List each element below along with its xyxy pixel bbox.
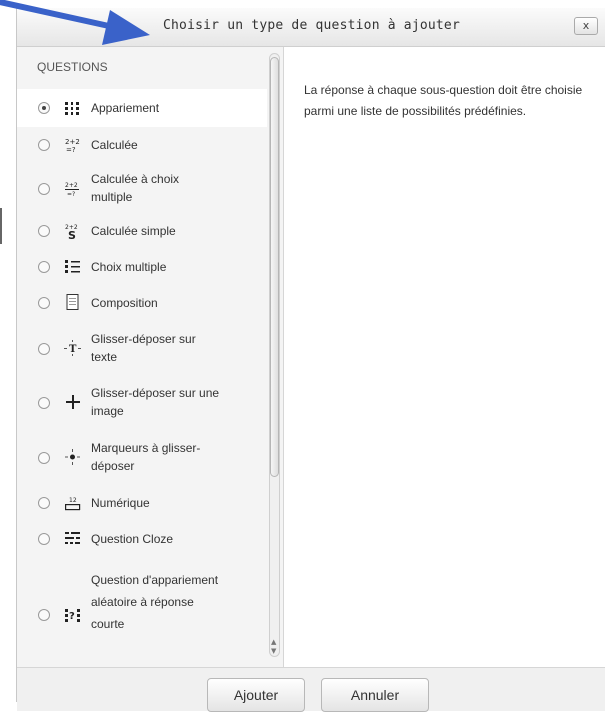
svg-text:=?: =? xyxy=(66,146,76,153)
radio-button[interactable] xyxy=(38,139,50,151)
option-cloze[interactable]: Question Cloze xyxy=(17,521,267,557)
random-matching-icon: ? xyxy=(65,609,80,622)
radio-button[interactable] xyxy=(38,225,50,237)
add-button[interactable]: Ajouter xyxy=(207,678,305,712)
option-label: Calculée à choix multiple xyxy=(91,172,180,204)
questions-header: QUESTIONS xyxy=(37,60,108,74)
option-glisser-deposer-image[interactable]: Glisser-déposer sur une image xyxy=(17,375,267,429)
calculated-simple-icon: 2+2 S xyxy=(65,224,78,239)
radio-button[interactable] xyxy=(38,497,50,509)
svg-text:2+2: 2+2 xyxy=(65,138,80,146)
scroll-down-arrow-icon[interactable]: ▼ xyxy=(271,647,276,655)
svg-text:=?: =? xyxy=(67,191,75,197)
list-scrollbar[interactable]: ▲ ▼ xyxy=(269,53,280,657)
multichoice-icon xyxy=(65,260,80,273)
option-composition[interactable]: Composition xyxy=(17,285,267,321)
close-button[interactable]: x xyxy=(574,17,598,35)
option-marqueurs[interactable]: Marqueurs à glisser-déposer xyxy=(17,429,267,485)
drag-drop-text-icon: T xyxy=(64,340,81,356)
drag-drop-markers-icon xyxy=(65,449,80,465)
radio-button[interactable] xyxy=(38,452,50,464)
option-label: Calculée simple xyxy=(91,224,176,238)
svg-text:?: ? xyxy=(69,611,75,622)
radio-button[interactable] xyxy=(38,343,50,355)
radio-button[interactable] xyxy=(38,183,50,195)
option-label: Choix multiple xyxy=(91,260,167,274)
drag-drop-image-icon xyxy=(66,395,80,409)
option-label: Appariement xyxy=(91,101,160,115)
window-edge-line xyxy=(0,208,2,244)
radio-button[interactable] xyxy=(38,609,50,621)
option-glisser-deposer-texte[interactable]: T Glisser-déposer sur texte xyxy=(17,321,267,375)
option-label: Glisser-déposer sur une image xyxy=(91,386,220,418)
option-label: Numérique xyxy=(91,496,150,510)
question-description: La réponse à chaque sous-question doit ê… xyxy=(304,83,583,118)
svg-text:2+2: 2+2 xyxy=(65,182,78,189)
option-appariement-aleatoire[interactable]: ? Question d'appariement aléatoire à rép… xyxy=(17,557,267,667)
option-label: Marqueurs à glisser-déposer xyxy=(91,441,201,473)
annotation-arrow-icon xyxy=(0,0,150,45)
dialog-footer: Ajouter Annuler xyxy=(17,667,605,712)
option-label: Composition xyxy=(91,296,158,310)
matching-icon xyxy=(65,102,79,115)
option-label: Calculée xyxy=(91,138,138,152)
calculated-multichoice-icon: 2+2 =? xyxy=(65,182,79,197)
svg-text:T: T xyxy=(69,344,77,355)
cloze-icon xyxy=(65,532,80,544)
radio-button[interactable] xyxy=(38,397,50,409)
option-calculee[interactable]: 2+2 =? Calculée xyxy=(17,127,267,163)
question-type-dialog: Choisir un type de question à ajouter x … xyxy=(16,8,605,712)
radio-button[interactable] xyxy=(38,261,50,273)
scroll-up-arrow-icon[interactable]: ▲ xyxy=(271,638,276,646)
scrollbar-thumb[interactable] xyxy=(270,57,279,477)
option-choix-multiple[interactable]: Choix multiple xyxy=(17,249,267,285)
option-label: Question Cloze xyxy=(91,532,174,546)
radio-button[interactable] xyxy=(38,533,50,545)
option-label: Question d'appariement aléatoire à répon… xyxy=(91,573,219,631)
numerical-icon: 12 xyxy=(65,497,81,511)
question-list-pane: QUESTIONS Appariement 2+2 =? Calculée 2+… xyxy=(17,47,284,667)
option-calculee-choix-multiple[interactable]: 2+2 =? Calculée à choix multiple xyxy=(17,163,267,213)
option-label: Glisser-déposer sur texte xyxy=(91,332,196,364)
cancel-button[interactable]: Annuler xyxy=(321,678,429,712)
calculated-icon: 2+2 =? xyxy=(65,138,80,153)
svg-text:S: S xyxy=(68,229,76,239)
option-numerique[interactable]: 12 Numérique xyxy=(17,485,267,521)
radio-button[interactable] xyxy=(38,102,50,114)
option-appariement[interactable]: Appariement xyxy=(17,89,267,127)
essay-icon xyxy=(66,294,79,310)
option-calculee-simple[interactable]: 2+2 S Calculée simple xyxy=(17,213,267,249)
svg-text:12: 12 xyxy=(69,497,77,504)
radio-button[interactable] xyxy=(38,297,50,309)
